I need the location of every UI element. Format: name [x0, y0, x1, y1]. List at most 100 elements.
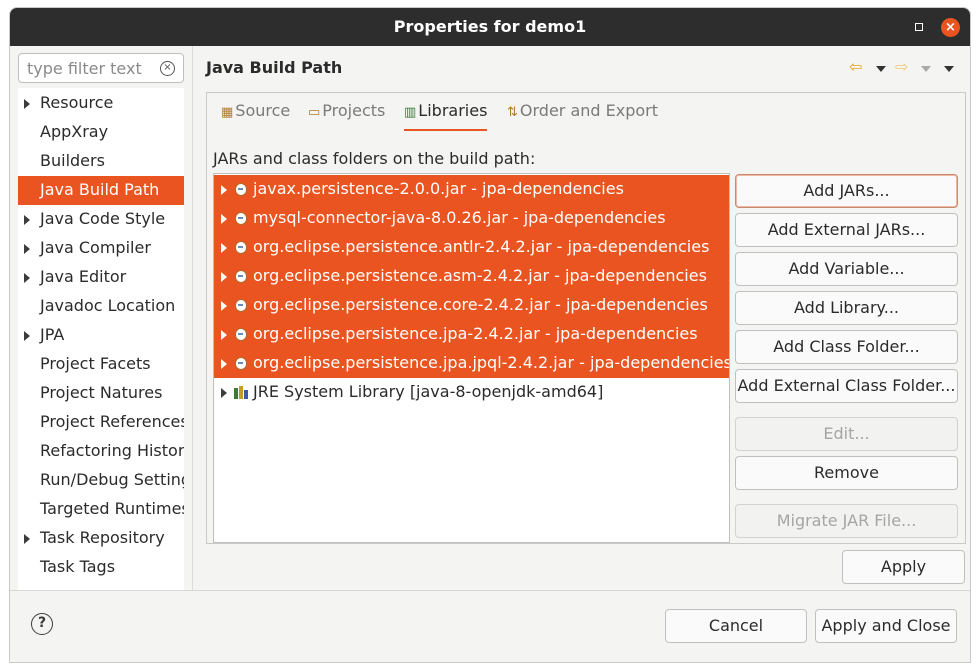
nav-item-javadoc-location[interactable]: Javadoc Location: [18, 292, 184, 321]
nav-item-label: Project References: [40, 412, 184, 431]
nav-item-appxray[interactable]: AppXray: [18, 118, 184, 147]
clear-filter-icon[interactable]: ×: [160, 61, 175, 76]
maximize-icon[interactable]: [915, 23, 923, 31]
library-entry-label: org.eclipse.persistence.antlr-2.4.2.jar …: [253, 237, 710, 256]
library-entry-label: org.eclipse.persistence.core-2.4.2.jar -…: [253, 295, 708, 314]
add-variable-button[interactable]: Add Variable...: [735, 252, 958, 286]
nav-item-label: Java Build Path: [40, 180, 160, 199]
expand-arrow-icon[interactable]: [221, 301, 227, 311]
expand-arrow-icon[interactable]: [221, 330, 227, 340]
nav-item-targeted-runtimes[interactable]: Targeted Runtimes: [18, 495, 184, 524]
back-dropdown-icon[interactable]: [876, 66, 886, 72]
add-external-jars-button[interactable]: Add External JARs...: [735, 213, 958, 247]
library-entry[interactable]: org.eclipse.persistence.antlr-2.4.2.jar …: [214, 233, 729, 262]
nav-item-builders[interactable]: Builders: [18, 147, 184, 176]
property-page-tree: Resource AppXray Builders Java Build Path Ja…: [18, 88, 184, 590]
jar-icon: [235, 357, 247, 370]
library-entry-label: JRE System Library [java-8-openjdk-amd64…: [253, 382, 604, 401]
nav-item-label: Resource: [40, 93, 114, 112]
nav-item-refactoring-history[interactable]: Refactoring History: [18, 437, 184, 466]
nav-item-label: Task Repository: [40, 528, 165, 547]
library-entry[interactable]: org.eclipse.persistence.jpa.jpql-2.4.2.j…: [214, 349, 729, 378]
library-entry[interactable]: org.eclipse.persistence.core-2.4.2.jar -…: [214, 291, 729, 320]
tab-libraries[interactable]: ▥ Libraries: [404, 101, 488, 131]
filter-input[interactable]: type filter text ×: [18, 53, 184, 83]
library-entry-label: mysql-connector-java-8.0.26.jar - jpa-de…: [253, 208, 666, 227]
nav-item-resource[interactable]: Resource: [18, 89, 184, 118]
migrate-jar-file-button[interactable]: Migrate JAR File...: [735, 504, 958, 538]
apply-button[interactable]: Apply: [842, 550, 965, 584]
nav-item-label: Java Editor: [40, 267, 127, 286]
remove-button[interactable]: Remove: [735, 456, 958, 490]
projects-folder-icon: ▭: [308, 105, 321, 120]
jar-icon: [235, 241, 247, 254]
expand-arrow-icon[interactable]: [24, 534, 30, 544]
order-export-icon: ⇅: [507, 105, 518, 120]
nav-item-label: Project Natures: [40, 383, 163, 402]
nav-item-task-repository[interactable]: Task Repository: [18, 524, 184, 553]
expand-arrow-icon[interactable]: [221, 243, 227, 253]
tab-order-and-export[interactable]: ⇅ Order and Export: [507, 101, 658, 131]
nav-item-java-code-style[interactable]: Java Code Style: [18, 205, 184, 234]
forward-dropdown-icon[interactable]: [921, 66, 931, 72]
add-class-folder-button[interactable]: Add Class Folder...: [735, 330, 958, 364]
nav-item-run-debug-settings[interactable]: Run/Debug Settings: [18, 466, 184, 495]
library-entry[interactable]: JRE System Library [java-8-openjdk-amd64…: [214, 378, 729, 407]
view-menu-icon[interactable]: [944, 66, 954, 72]
sash-divider[interactable]: [192, 46, 193, 591]
nav-item-java-build-path[interactable]: Java Build Path: [18, 176, 184, 205]
nav-item-java-compiler[interactable]: Java Compiler: [18, 234, 184, 263]
nav-item-java-editor[interactable]: Java Editor: [18, 263, 184, 292]
add-library-button[interactable]: Add Library...: [735, 291, 958, 325]
tab-projects[interactable]: ▭ Projects: [308, 101, 385, 131]
nav-item-label: Project Facets: [40, 354, 151, 373]
nav-item-project-natures[interactable]: Project Natures: [18, 379, 184, 408]
apply-and-close-button[interactable]: Apply and Close: [815, 609, 957, 643]
library-entry[interactable]: javax.persistence-2.0.0.jar - jpa-depend…: [214, 175, 729, 204]
nav-item-project-facets[interactable]: Project Facets: [18, 350, 184, 379]
jar-icon: [235, 299, 247, 312]
expand-arrow-icon[interactable]: [24, 244, 30, 254]
expand-arrow-icon[interactable]: [24, 331, 30, 341]
expand-arrow-icon[interactable]: [24, 273, 30, 283]
filter-placeholder: type filter text: [27, 59, 142, 78]
jar-icon: [235, 183, 247, 196]
expand-arrow-icon[interactable]: [24, 99, 30, 109]
add-jars-button[interactable]: Add JARs...: [735, 174, 958, 208]
forward-arrow-icon[interactable]: ⇨: [895, 57, 908, 76]
help-icon[interactable]: ?: [31, 613, 53, 635]
nav-item-task-tags[interactable]: Task Tags: [18, 553, 184, 582]
nav-item-jpa[interactable]: JPA: [18, 321, 184, 350]
tab-source[interactable]: ▦ Source: [221, 101, 290, 131]
expand-arrow-icon[interactable]: [221, 214, 227, 224]
jar-icon: [235, 212, 247, 225]
expand-arrow-icon[interactable]: [221, 388, 227, 398]
nav-item-label: Java Compiler: [40, 238, 151, 257]
library-entry-label: org.eclipse.persistence.jpa.jpql-2.4.2.j…: [253, 353, 730, 372]
close-icon[interactable]: ×: [941, 18, 960, 37]
nav-item-label: Run/Debug Settings: [40, 470, 184, 489]
build-path-tab-folder: ▦ Source ▭ Projects ▥ Libraries ⇅ Order and …: [206, 92, 966, 544]
edit-button[interactable]: Edit...: [735, 417, 958, 451]
expand-arrow-icon[interactable]: [221, 272, 227, 282]
library-entry-label: org.eclipse.persistence.asm-2.4.2.jar - …: [253, 266, 707, 285]
back-arrow-icon[interactable]: ⇦: [849, 57, 862, 76]
expand-arrow-icon[interactable]: [221, 185, 227, 195]
nav-item-project-references[interactable]: Project References: [18, 408, 184, 437]
nav-item-label: Refactoring History: [40, 441, 184, 460]
page-title: Java Build Path: [206, 58, 343, 77]
library-entry-label: org.eclipse.persistence.jpa-2.4.2.jar - …: [253, 324, 698, 343]
library-entry[interactable]: org.eclipse.persistence.jpa-2.4.2.jar - …: [214, 320, 729, 349]
libraries-description: JARs and class folders on the build path…: [213, 149, 536, 168]
library-entry[interactable]: org.eclipse.persistence.asm-2.4.2.jar - …: [214, 262, 729, 291]
expand-arrow-icon[interactable]: [24, 215, 30, 225]
nav-item-label: Builders: [40, 151, 105, 170]
cancel-button[interactable]: Cancel: [665, 609, 807, 643]
properties-dialog: Properties for demo1 × type filter text …: [9, 7, 971, 663]
libraries-tree[interactable]: javax.persistence-2.0.0.jar - jpa-depend…: [213, 173, 730, 543]
nav-item-label: JPA: [40, 325, 65, 344]
library-entry[interactable]: mysql-connector-java-8.0.26.jar - jpa-de…: [214, 204, 729, 233]
nav-item-label: Javadoc Location: [40, 296, 176, 315]
expand-arrow-icon[interactable]: [221, 359, 227, 369]
add-external-class-folder-button[interactable]: Add External Class Folder...: [735, 369, 958, 403]
